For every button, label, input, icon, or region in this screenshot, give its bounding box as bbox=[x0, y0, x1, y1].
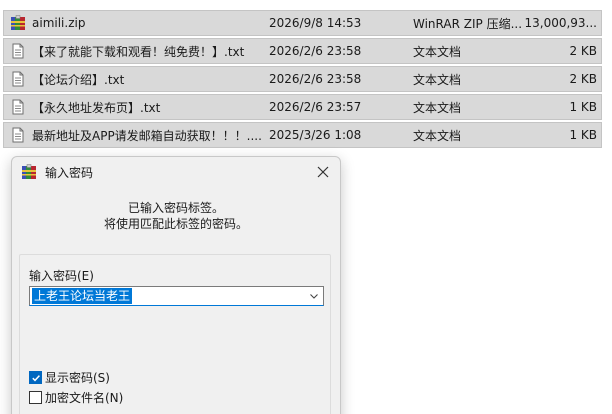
chevron-down-icon bbox=[310, 294, 318, 299]
file-name: 【永久地址发布页】.txt bbox=[32, 100, 161, 115]
message-line-2: 将使用匹配此标签的密码。 bbox=[103, 217, 248, 231]
file-date: 2026/9/8 14:53 bbox=[269, 16, 362, 30]
encrypt-filenames-label: 加密文件名(N) bbox=[45, 391, 124, 405]
file-size: 2 KB bbox=[569, 44, 597, 58]
file-date: 2026/2/6 23:57 bbox=[269, 100, 362, 114]
close-icon bbox=[317, 166, 329, 178]
encrypt-filenames-option[interactable]: 加密文件名(N) bbox=[29, 389, 123, 406]
file-name: 【论坛介绍】.txt bbox=[32, 72, 125, 87]
encrypt-filenames-checkbox[interactable] bbox=[29, 391, 42, 404]
dialog-titlebar[interactable]: 输入密码 bbox=[12, 157, 340, 187]
show-password-label: 显示密码(S) bbox=[45, 371, 110, 385]
dialog-message: 已输入密码标签。 将使用匹配此标签的密码。 bbox=[12, 200, 340, 232]
password-dialog: 输入密码 已输入密码标签。 将使用匹配此标签的密码。 输入密码(E) 上老王论坛… bbox=[11, 156, 341, 414]
winrar-app-icon bbox=[21, 164, 37, 180]
file-name: aimili.zip bbox=[32, 16, 86, 30]
file-type: 文本文档 bbox=[413, 44, 462, 59]
file-size: 13,000,93... bbox=[524, 16, 597, 30]
winrar-archive-icon bbox=[10, 15, 26, 31]
file-size: 2 KB bbox=[569, 72, 597, 86]
dropdown-button[interactable] bbox=[307, 289, 321, 303]
file-row[interactable]: 【永久地址发布页】.txt 2026/2/6 23:57 文本文档 1 KB bbox=[3, 94, 602, 120]
file-type: 文本文档 bbox=[413, 128, 462, 143]
password-field[interactable]: 上老王论坛当老王 bbox=[32, 288, 133, 304]
text-file-icon bbox=[10, 71, 26, 87]
password-combobox[interactable]: 上老王论坛当老王 bbox=[29, 286, 324, 306]
text-file-icon bbox=[10, 99, 26, 115]
file-date: 2025/3/26 1:08 bbox=[269, 128, 362, 142]
message-line-1: 已输入密码标签。 bbox=[127, 201, 224, 215]
file-row[interactable]: aimili.zip 2026/9/8 14:53 WinRAR ZIP 压缩.… bbox=[3, 10, 602, 36]
close-button[interactable] bbox=[312, 161, 334, 183]
dialog-title: 输入密码 bbox=[45, 165, 94, 180]
file-name: 【来了就能下载和观看！纯免费！】.txt bbox=[32, 44, 245, 59]
file-row[interactable]: 【论坛介绍】.txt 2026/2/6 23:58 文本文档 2 KB bbox=[3, 66, 602, 92]
file-date: 2026/2/6 23:58 bbox=[269, 72, 362, 86]
file-size: 1 KB bbox=[569, 128, 597, 142]
file-size: 1 KB bbox=[569, 100, 597, 114]
checkmark-icon bbox=[31, 374, 40, 381]
file-name: 最新地址及APP请发邮箱自动获取！！！.... bbox=[32, 128, 262, 143]
text-file-icon bbox=[10, 43, 26, 59]
file-type: WinRAR ZIP 压缩... bbox=[413, 16, 523, 31]
file-type: 文本文档 bbox=[413, 100, 462, 115]
show-password-option[interactable]: 显示密码(S) bbox=[29, 369, 110, 386]
explorer-window: aimili.zip 2026/9/8 14:53 WinRAR ZIP 压缩.… bbox=[0, 0, 612, 414]
file-row[interactable]: 最新地址及APP请发邮箱自动获取！！！.... 2025/3/26 1:08 文… bbox=[3, 122, 602, 148]
show-password-checkbox[interactable] bbox=[29, 371, 42, 384]
text-file-icon bbox=[10, 127, 26, 143]
file-row[interactable]: 【来了就能下载和观看！纯免费！】.txt 2026/2/6 23:58 文本文档… bbox=[3, 38, 602, 64]
password-label: 输入密码(E) bbox=[29, 269, 94, 283]
file-type: 文本文档 bbox=[413, 72, 462, 87]
file-date: 2026/2/6 23:58 bbox=[269, 44, 362, 58]
